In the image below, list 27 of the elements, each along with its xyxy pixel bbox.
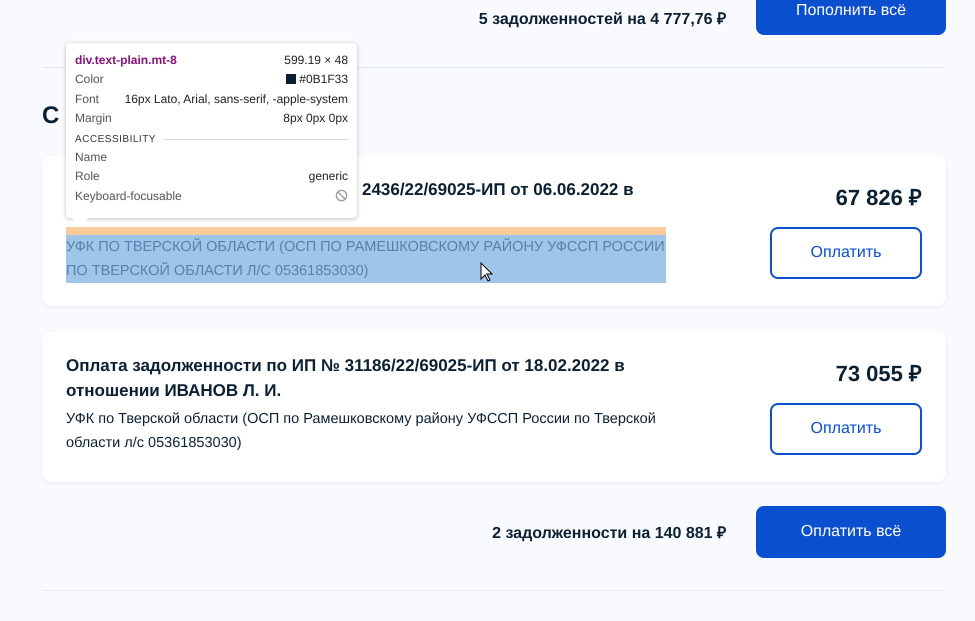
debt-summary: 2 задолженности на 140 881 ₽ bbox=[492, 524, 726, 543]
property-label: Role bbox=[75, 169, 100, 184]
mouse-cursor-icon bbox=[480, 262, 493, 282]
debt-title: 2436/22/69025-ИП от 06.06.2022 в bbox=[362, 180, 634, 199]
recipient-text: УФК ПО ТВЕРСКОЙ ОБЛАСТИ (ОСП ПО РАМЕШКОВСКОМУ РАЙОНУ УФССП РОССИИ ПО ТВЕРСКОЙ ОБЛАСТИ Л/С 05361853030) bbox=[66, 227, 666, 283]
amount: 67 826 ₽ bbox=[836, 184, 922, 211]
property-value: 16px Lato, Arial, sans-serif, -apple-system bbox=[124, 92, 348, 106]
property-label: Margin bbox=[75, 111, 112, 126]
section-label: ACCESSIBILITY bbox=[75, 134, 156, 145]
property-label: Name bbox=[75, 150, 108, 164]
pay-button[interactable]: Оплатить bbox=[770, 227, 922, 279]
amount: 73 055 ₽ bbox=[836, 360, 922, 387]
top-up-all-button[interactable]: Пополнить всё bbox=[756, 0, 946, 35]
debt-title: Оплата задолженности по ИП № 31186/22/69025-ИП от 18.02.2022 в отношении ИВАНОВ Л. И. bbox=[66, 356, 625, 400]
property-value: 8px 0px 0px bbox=[283, 111, 348, 126]
element-selector: div.text-plain.mt-8 bbox=[75, 52, 177, 67]
pay-button[interactable]: Оплатить bbox=[770, 403, 922, 455]
property-label: Font bbox=[75, 92, 100, 106]
debt-summary: 5 задолженностей на 4 777,76 ₽ bbox=[478, 10, 726, 28]
section-heading: С bbox=[42, 102, 60, 131]
property-value: generic bbox=[308, 169, 348, 184]
property-label: Keyboard-focusable bbox=[75, 188, 182, 203]
pay-all-button[interactable]: Оплатить всё bbox=[756, 506, 946, 558]
recipient-text: УФК по Тверской области (ОСП по Рамешковскому району УФССП России по Тверской области л/с 05361853030) bbox=[66, 410, 657, 453]
property-label: Color bbox=[75, 72, 104, 86]
property-value: #0B1F33 bbox=[286, 72, 348, 86]
element-size: 599.19 × 48 bbox=[284, 52, 348, 67]
